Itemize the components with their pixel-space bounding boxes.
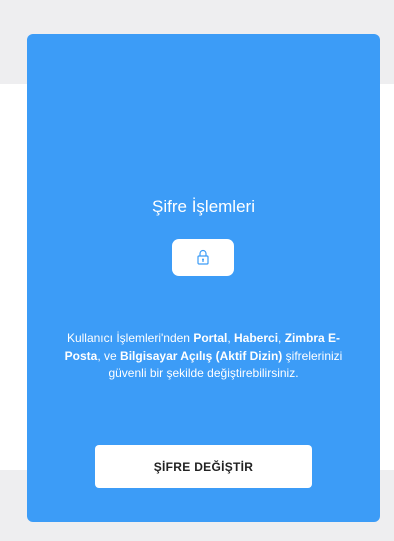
description-separator: , [227,331,234,345]
password-operations-card: Şifre İşlemleri Kullanıcı İşlemleri'nden… [27,34,380,522]
lock-icon [197,249,209,265]
change-password-button-label: ŞİFRE DEĞİŞTİR [153,459,254,474]
description-text: Kullanıcı İşlemleri'nden [66,331,194,345]
description-portal: Portal [193,331,228,345]
card-description: Kullanıcı İşlemleri'nden Portal, Haberci… [57,330,350,383]
description-separator: , [278,331,285,345]
description-separator: , ve [97,348,121,363]
card-title: Şifre İşlemleri [152,197,255,216]
description-haberci: Haberci [234,331,279,345]
change-password-button[interactable]: ŞİFRE DEĞİŞTİR [95,445,312,488]
description-active-directory: Bilgisayar Açılış (Aktif Dizin) [120,348,283,363]
lock-icon-container [172,239,234,276]
